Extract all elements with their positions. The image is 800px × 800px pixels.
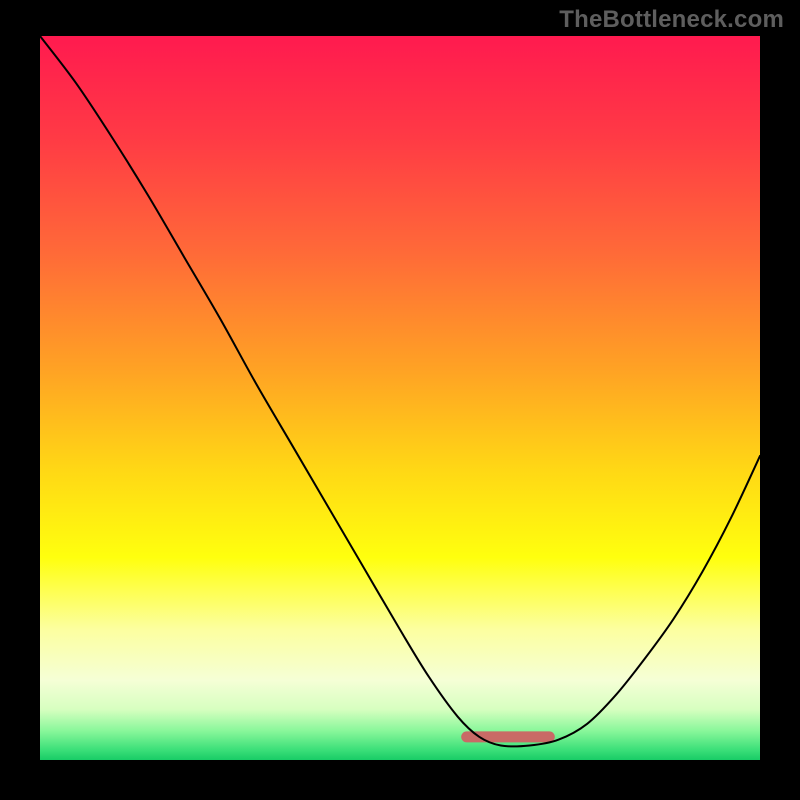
chart-stage: { "watermark": "TheBottleneck.com", "plo… — [0, 0, 800, 800]
bottleneck-chart — [0, 0, 800, 800]
gradient-background — [40, 36, 760, 760]
watermark-text: TheBottleneck.com — [559, 6, 784, 34]
